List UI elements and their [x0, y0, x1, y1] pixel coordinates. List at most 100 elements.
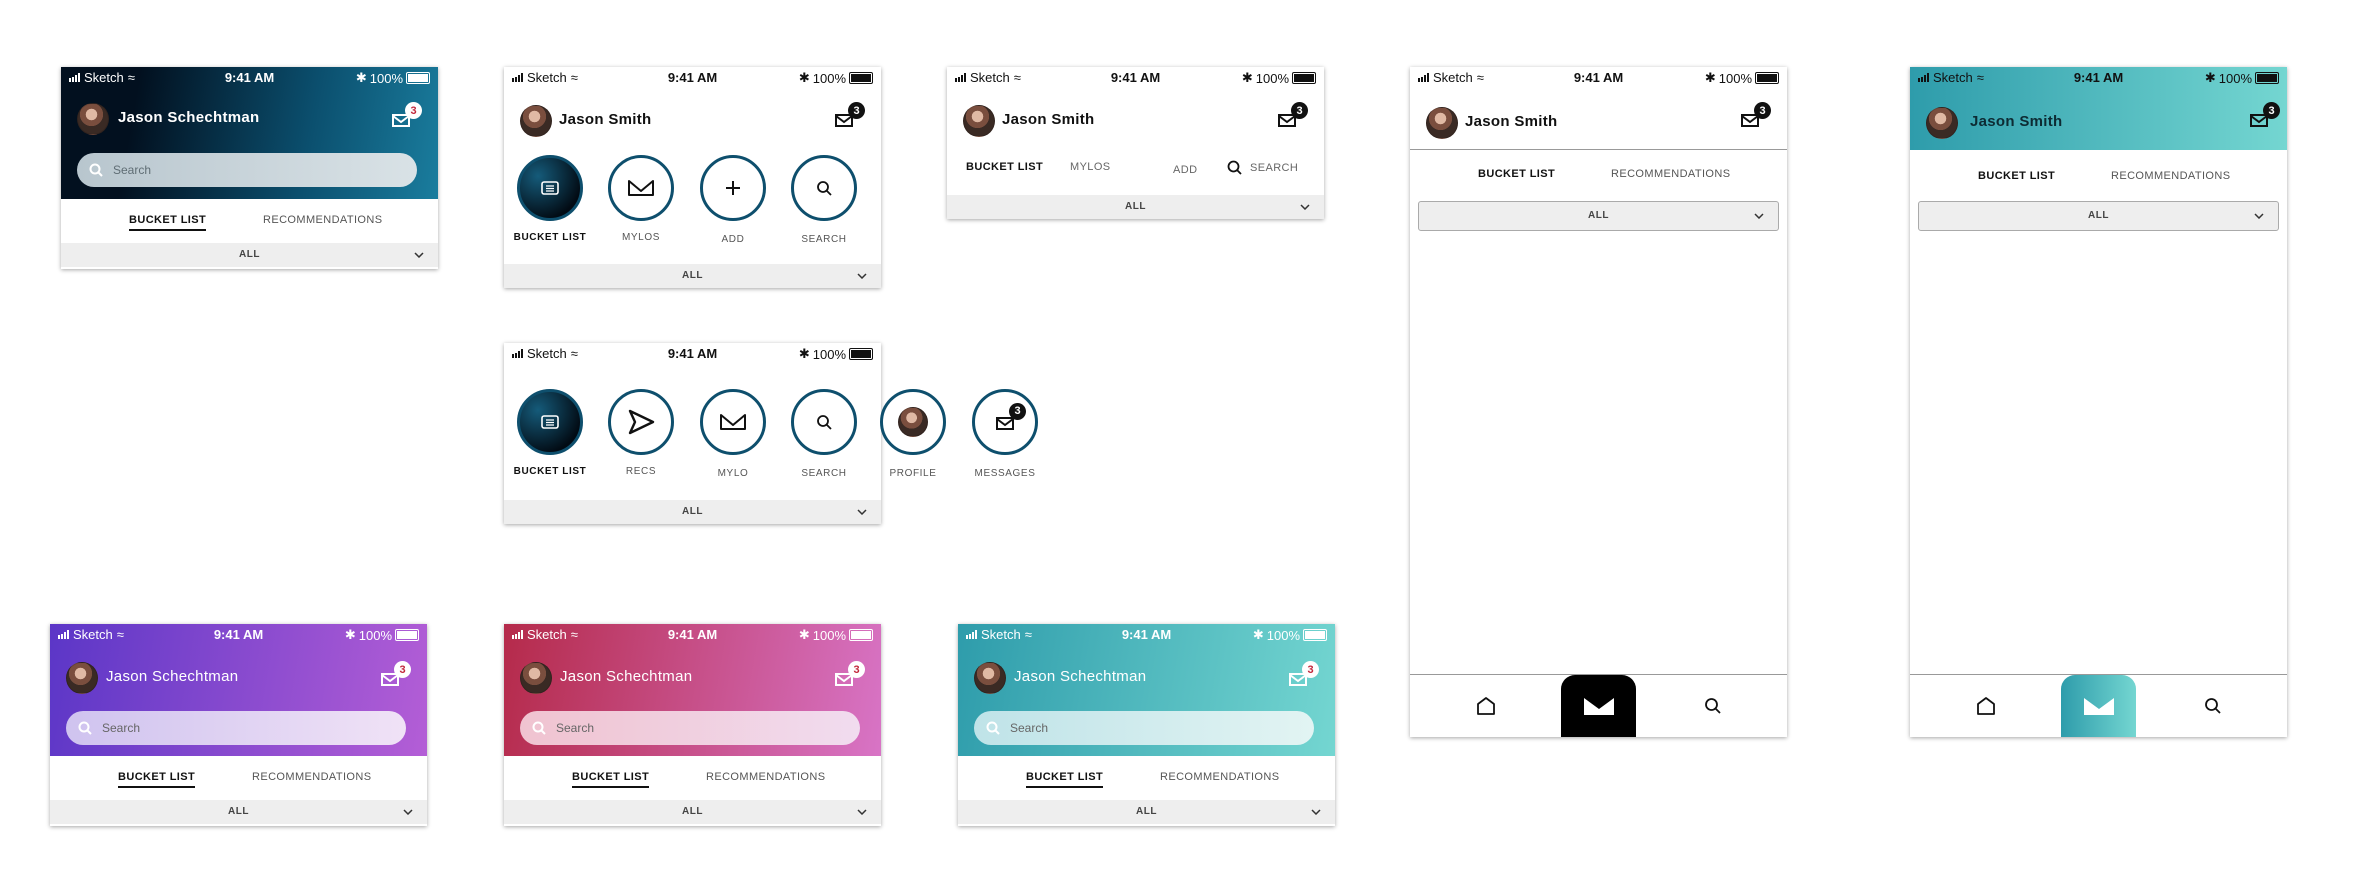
circle-nav-variant-b: Sketch ≈ 9:41 AM ✱ 100% BUCKET LIST RECS M…: [504, 343, 881, 524]
filter-dropdown[interactable]: ALL: [1418, 201, 1779, 231]
filter-dropdown[interactable]: ALL: [504, 264, 881, 288]
battery-icon: [1303, 629, 1327, 641]
mylo-logo-icon: [1583, 698, 1614, 715]
messages-button[interactable]: 3: [2250, 102, 2280, 128]
messages-circle-button[interactable]: 3: [972, 389, 1038, 455]
mylo-tab[interactable]: [1561, 675, 1636, 737]
search-label: SEARCH: [801, 468, 847, 479]
tab-recommendations[interactable]: RECOMMENDATIONS: [2111, 170, 2230, 182]
messages-button[interactable]: 3: [1278, 102, 1308, 128]
tab-recommendations[interactable]: RECOMMENDATIONS: [1611, 168, 1730, 180]
message-count-badge: 3: [848, 661, 865, 678]
message-count-badge: 3: [1291, 102, 1308, 119]
message-count-badge: 3: [1754, 102, 1771, 119]
messages-button[interactable]: 3: [835, 661, 865, 687]
messages-button[interactable]: 3: [835, 102, 865, 128]
chevron-down-icon: [403, 809, 413, 815]
avatar[interactable]: [1926, 107, 1958, 139]
filter-dropdown[interactable]: ALL: [504, 500, 881, 524]
search-input[interactable]: Search: [520, 711, 860, 745]
tab-bucket-list[interactable]: BUCKET LIST: [1478, 168, 1555, 180]
filter-dropdown[interactable]: ALL: [504, 800, 881, 824]
search-input[interactable]: Search: [77, 153, 417, 187]
filter-label: ALL: [682, 806, 703, 817]
list-icon: [541, 415, 559, 429]
search-placeholder: Search: [102, 721, 141, 735]
bluetooth-icon: ✱: [1704, 70, 1716, 85]
status-bar: Sketch ≈ 9:41 AM ✱ 100%: [958, 624, 1335, 644]
mylo-tab[interactable]: [2061, 675, 2136, 737]
search-button[interactable]: [791, 389, 857, 455]
tab-recommendations[interactable]: RECOMMENDATIONS: [1160, 771, 1279, 783]
search-icon: [89, 163, 103, 177]
status-bar: Sketch ≈ 9:41 AM ✱ 100%: [947, 67, 1324, 87]
messages-button[interactable]: 3: [392, 102, 422, 128]
messages-button[interactable]: 3: [1289, 661, 1319, 687]
filter-label: ALL: [228, 806, 249, 817]
tab-bucket-list[interactable]: BUCKET LIST: [129, 214, 207, 231]
avatar[interactable]: [1426, 107, 1458, 139]
tab-recommendations[interactable]: RECOMMENDATIONS: [252, 771, 371, 783]
battery-percent: 100%: [812, 346, 846, 362]
tab-bucket-list[interactable]: BUCKET LIST: [118, 771, 196, 788]
tab-bucket-list[interactable]: BUCKET LIST: [1978, 170, 2055, 182]
filter-dropdown[interactable]: ALL: [61, 243, 438, 267]
nav-search[interactable]: SEARCH: [1227, 160, 1298, 175]
chevron-down-icon: [1754, 213, 1764, 219]
mylo-button[interactable]: [700, 389, 766, 455]
search-input[interactable]: Search: [66, 711, 406, 745]
bucket-list-label: BUCKET LIST: [513, 466, 587, 477]
avatar[interactable]: [963, 105, 995, 137]
search-tab[interactable]: [2175, 675, 2250, 737]
tab-recommendations[interactable]: RECOMMENDATIONS: [706, 771, 825, 783]
avatar[interactable]: [520, 105, 552, 137]
chevron-down-icon: [414, 252, 424, 258]
profile-button[interactable]: [880, 389, 946, 455]
status-bar: Sketch ≈ 9:41 AM ✱ 100%: [1410, 67, 1787, 87]
filter-dropdown[interactable]: ALL: [50, 800, 427, 824]
search-placeholder: Search: [113, 163, 152, 177]
recs-label: RECS: [625, 466, 657, 477]
bucket-list-button[interactable]: [517, 389, 583, 455]
mylos-button[interactable]: [608, 155, 674, 221]
messages-button[interactable]: 3: [381, 661, 411, 687]
filter-dropdown[interactable]: ALL: [958, 800, 1335, 824]
search-label: SEARCH: [801, 234, 847, 245]
avatar[interactable]: [520, 662, 552, 694]
battery-percent: 100%: [1718, 70, 1752, 86]
nav-mylos[interactable]: MYLOS: [1070, 161, 1111, 173]
search-input[interactable]: Search: [974, 711, 1314, 745]
filter-dropdown[interactable]: ALL: [947, 195, 1324, 219]
add-button[interactable]: [700, 155, 766, 221]
tab-recommendations[interactable]: RECOMMENDATIONS: [263, 214, 382, 226]
avatar[interactable]: [974, 662, 1006, 694]
messages-button[interactable]: 3: [1741, 102, 1771, 128]
avatar[interactable]: [77, 103, 109, 135]
mylo-logo-icon: [2083, 698, 2114, 715]
tab-bucket-list[interactable]: BUCKET LIST: [1026, 771, 1104, 788]
home-tab[interactable]: [1948, 675, 2023, 737]
status-bar: Sketch ≈ 9:41 AM ✱ 100%: [504, 624, 881, 644]
avatar[interactable]: [66, 662, 98, 694]
chevron-down-icon: [857, 809, 867, 815]
filter-label: ALL: [1136, 806, 1157, 817]
bluetooth-icon: ✱: [1241, 70, 1253, 85]
status-bar: Sketch ≈ 9:41 AM ✱ 100%: [61, 67, 438, 87]
search-tab[interactable]: [1675, 675, 1750, 737]
bucket-list-button[interactable]: [517, 155, 583, 221]
search-icon: [817, 181, 832, 196]
nav-bucket-list[interactable]: BUCKET LIST: [966, 161, 1043, 173]
user-name: Jason Schechtman: [1014, 668, 1147, 685]
status-bar: Sketch ≈ 9:41 AM ✱ 100%: [504, 343, 881, 363]
home-tab[interactable]: [1448, 675, 1523, 737]
battery-icon: [1292, 72, 1316, 84]
filter-dropdown[interactable]: ALL: [1918, 201, 2279, 231]
recs-button[interactable]: [608, 389, 674, 455]
search-icon: [817, 415, 832, 430]
tab-bucket-list[interactable]: BUCKET LIST: [572, 771, 650, 788]
search-button[interactable]: [791, 155, 857, 221]
mylo-label: MYLO: [717, 468, 749, 479]
bluetooth-icon: ✱: [1252, 627, 1264, 642]
battery-icon: [395, 629, 419, 641]
nav-add[interactable]: ADD: [1173, 164, 1197, 176]
